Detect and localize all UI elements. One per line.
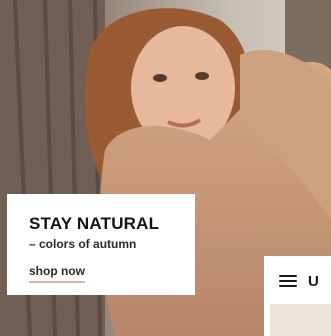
promo-subtitle: – colors of autumn (29, 237, 137, 251)
hamburger-menu-icon[interactable] (276, 271, 300, 291)
promo-card[interactable]: STAY NATURAL – colors of autumn shop now (7, 194, 195, 295)
side-panel-swatch (270, 304, 331, 336)
shop-now-link[interactable]: shop now (29, 264, 85, 283)
side-panel: U (264, 256, 331, 336)
promo-title: STAY NATURAL (29, 214, 160, 233)
menu-label: U (308, 273, 319, 290)
